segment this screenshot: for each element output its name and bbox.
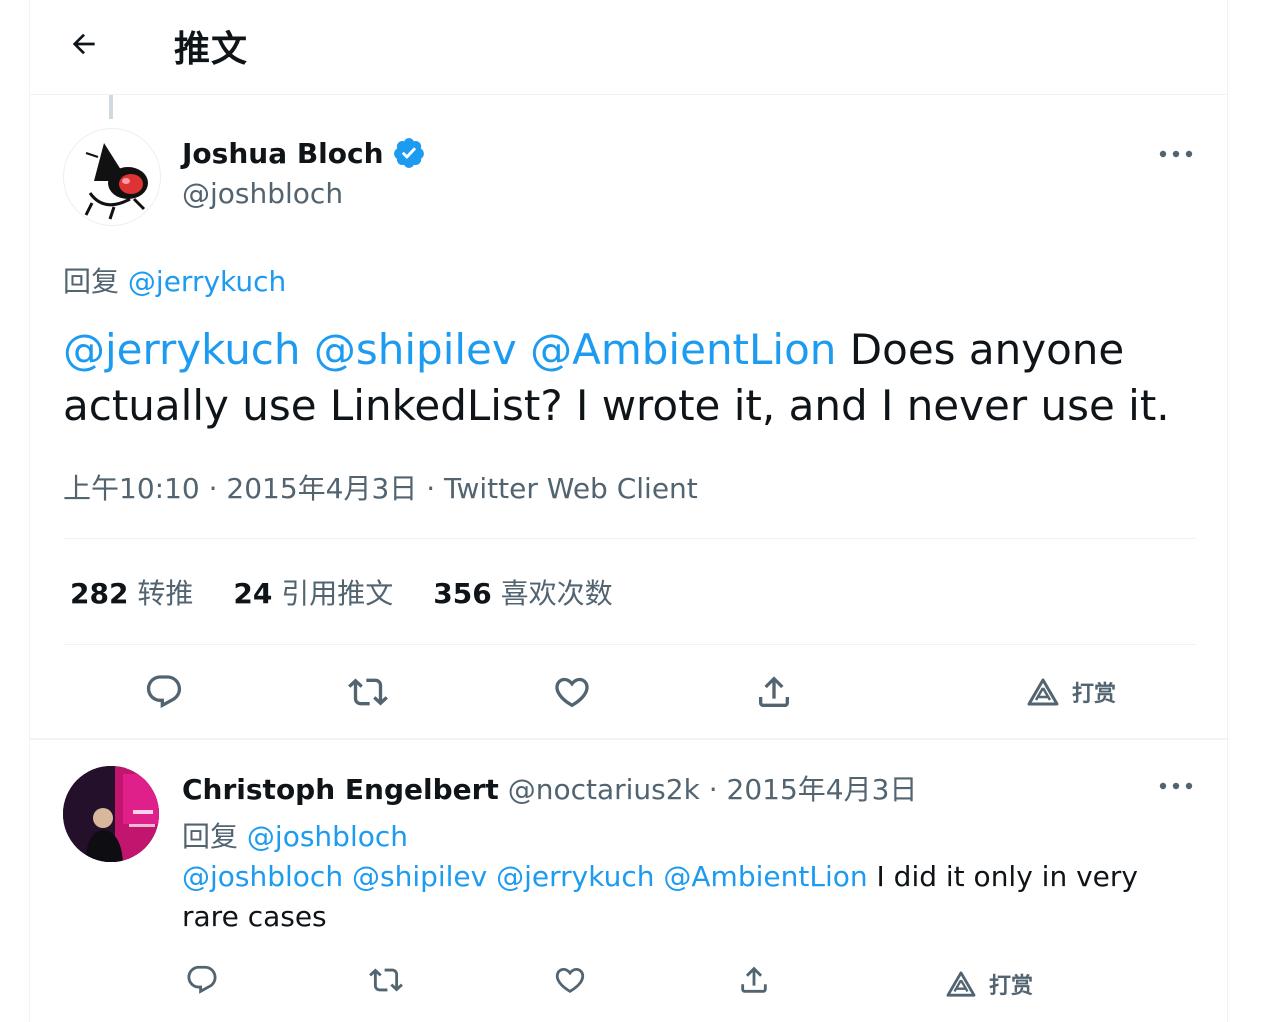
thread-connector <box>109 95 113 119</box>
mention-link[interactable]: @joshbloch <box>182 860 343 893</box>
tip-label: 打赏 <box>1071 682 1116 707</box>
stat-label: 转推 <box>137 577 194 610</box>
meta-dot: · <box>708 773 718 806</box>
reply-header: Christoph Engelbert @noctarius2k · 2015年… <box>182 768 917 808</box>
reply-share-button[interactable] <box>732 958 776 1002</box>
replying-to: 回复 @jerrykuch <box>63 260 286 300</box>
mention-link[interactable]: @shipilev <box>352 860 487 893</box>
retweets-stat[interactable]: 282 转推 <box>70 572 193 612</box>
quote-tweets-stat[interactable]: 24 引用推文 <box>233 572 393 612</box>
stat-label: 引用推文 <box>281 577 394 610</box>
heart-icon <box>555 677 589 708</box>
reply-reply-button[interactable] <box>180 958 224 1002</box>
back-button[interactable] <box>62 22 106 66</box>
replying-to-handle[interactable]: @jerrykuch <box>128 265 286 298</box>
reply-text: @joshbloch @shipilev @jerrykuch @Ambient… <box>182 857 1172 937</box>
meta-dot: · <box>426 472 436 505</box>
tweet-source[interactable]: Twitter Web Client <box>444 472 698 505</box>
reply-author-avatar[interactable] <box>63 766 159 862</box>
stat-count: 24 <box>233 577 273 610</box>
reply-retweet-button[interactable] <box>364 958 408 1002</box>
tweet-time[interactable]: 上午10:10 <box>63 472 200 505</box>
mention-link[interactable]: @AmbientLion <box>530 325 836 374</box>
tweet-meta: 上午10:10 · 2015年4月3日 · Twitter Web Client <box>63 467 698 507</box>
like-button[interactable] <box>546 668 598 716</box>
arrow-left-icon <box>72 33 95 55</box>
author-avatar[interactable] <box>63 128 161 226</box>
reply-more-options-button[interactable] <box>1156 766 1196 806</box>
mention-link[interactable]: @AmbientLion <box>663 860 867 893</box>
mention-link[interactable]: @shipilev <box>314 325 517 374</box>
divider <box>63 644 1196 645</box>
share-icon <box>759 676 789 707</box>
tweet-detail-column: 推文 Joshua Bloch @joshbloch 回复 @jerrykuch… <box>29 0 1228 1022</box>
share-icon <box>741 966 767 993</box>
stat-label: 喜欢次数 <box>500 577 613 610</box>
page-title: 推文 <box>174 29 249 70</box>
reply-author-name[interactable]: Christoph Engelbert <box>182 773 499 806</box>
verified-badge-icon <box>392 136 426 170</box>
tip-label: 打赏 <box>988 974 1033 999</box>
reply-button[interactable] <box>138 668 190 716</box>
page-header: 推文 <box>30 0 1227 95</box>
tweet-date[interactable]: 2015年4月3日 <box>226 472 417 505</box>
tip-icon <box>946 971 976 997</box>
author-name[interactable]: Joshua Bloch <box>182 137 384 170</box>
duke-mascot-icon <box>84 143 148 220</box>
author-name-row[interactable]: Joshua Bloch <box>182 136 426 170</box>
replying-to-prefix: 回复 <box>63 265 120 298</box>
tweet-stats: 282 转推 24 引用推文 356 喜欢次数 <box>70 572 613 612</box>
more-dots-icon <box>1159 150 1193 158</box>
meta-dot: · <box>208 472 218 505</box>
author-handle[interactable]: @joshbloch <box>182 177 343 210</box>
reply-author-handle[interactable]: @noctarius2k <box>508 773 700 806</box>
retweet-button[interactable] <box>342 668 394 716</box>
more-options-button[interactable] <box>1156 134 1196 174</box>
reply-date[interactable]: 2015年4月3日 <box>727 773 918 806</box>
reply-icon <box>146 675 182 709</box>
tip-icon <box>1027 678 1059 706</box>
profile-photo-icon <box>63 766 159 862</box>
reply-tip-button[interactable]: 打赏 <box>934 962 1044 1006</box>
more-dots-icon <box>1159 782 1193 790</box>
section-separator <box>30 738 1227 740</box>
reply-replying-to: 回复 @joshbloch <box>182 815 408 855</box>
share-button[interactable] <box>748 668 800 716</box>
reply-like-button[interactable] <box>548 958 592 1002</box>
tip-button[interactable]: 打赏 <box>1016 668 1126 716</box>
mention-link[interactable]: @jerrykuch <box>496 860 654 893</box>
retweet-icon <box>369 968 403 992</box>
heart-icon <box>555 967 585 993</box>
replying-to-handle[interactable]: @joshbloch <box>247 820 408 853</box>
tweet-text: @jerrykuch @shipilev @AmbientLion Does a… <box>63 322 1203 434</box>
retweet-icon <box>348 678 388 706</box>
mention-link[interactable]: @jerrykuch <box>63 325 301 374</box>
divider <box>63 538 1196 539</box>
stat-count: 282 <box>70 577 129 610</box>
stat-count: 356 <box>433 577 492 610</box>
likes-stat[interactable]: 356 喜欢次数 <box>433 572 612 612</box>
reply-icon <box>187 965 217 994</box>
replying-to-prefix: 回复 <box>182 820 239 853</box>
